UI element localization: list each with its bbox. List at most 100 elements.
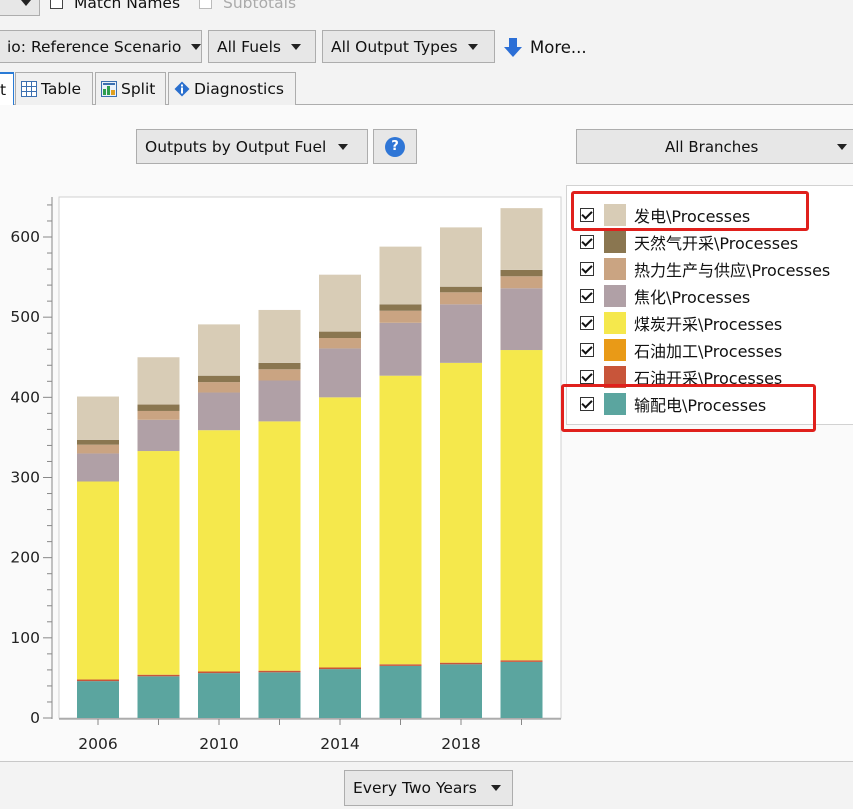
subtotals-label: Subtotals bbox=[223, 0, 297, 12]
match-names-label: Match Names bbox=[74, 0, 181, 12]
period-dropdown[interactable]: Every Two Years bbox=[344, 770, 513, 806]
legend-checkbox[interactable] bbox=[580, 262, 594, 276]
tab-split[interactable]: Split bbox=[95, 72, 166, 105]
bar-segment bbox=[137, 676, 180, 718]
legend-label: 天然气开采\Processes bbox=[634, 234, 799, 253]
bar-segment bbox=[500, 661, 543, 718]
tab-table-label: Table bbox=[41, 80, 82, 98]
highlight-box-输配电 bbox=[561, 384, 816, 432]
bar-segment bbox=[77, 679, 119, 682]
bar-segment bbox=[77, 444, 119, 454]
bar-segment bbox=[137, 404, 180, 411]
chevron-down-icon bbox=[191, 43, 202, 50]
view-dropdown[interactable]: Outputs by Output Fuel bbox=[136, 129, 368, 164]
subtotals-checkbox[interactable] bbox=[199, 0, 212, 9]
fuels-dropdown[interactable]: All Fuels bbox=[208, 30, 316, 63]
bar-segment bbox=[319, 667, 361, 670]
bar-segment bbox=[77, 439, 119, 445]
legend-item[interactable]: 天然气开采\Processes bbox=[580, 229, 798, 255]
chevron-down-icon bbox=[490, 785, 501, 791]
legend-checkbox[interactable] bbox=[580, 316, 594, 330]
legend-swatch bbox=[604, 231, 626, 253]
bar-segment bbox=[500, 660, 543, 662]
legend-item[interactable]: 煤炭开采\Processes bbox=[580, 310, 782, 336]
chevron-down-icon bbox=[21, 0, 31, 6]
bar-segment bbox=[258, 309, 301, 363]
bar-segment bbox=[77, 681, 119, 718]
legend-swatch bbox=[604, 258, 626, 280]
bar-segment bbox=[440, 304, 482, 363]
legend-checkbox[interactable] bbox=[580, 235, 594, 249]
y-tick-label: 100 bbox=[10, 629, 40, 647]
bar-segment bbox=[440, 362, 482, 663]
more-button[interactable]: More... bbox=[502, 34, 587, 60]
bar-segment bbox=[319, 274, 361, 332]
bar-segment bbox=[198, 375, 240, 383]
x-tick-label: 2010 bbox=[199, 735, 238, 753]
tab-table[interactable]: Table bbox=[15, 72, 93, 105]
bar-segment bbox=[77, 396, 119, 440]
bar-segment bbox=[198, 671, 240, 674]
bar-segment bbox=[137, 451, 180, 675]
fuels-label: All Fuels bbox=[217, 37, 281, 56]
legend-checkbox[interactable] bbox=[580, 343, 594, 357]
bar-segment bbox=[440, 662, 482, 665]
legend-checkbox[interactable] bbox=[580, 370, 594, 384]
branches-label: All Branches bbox=[665, 137, 759, 156]
legend-item[interactable]: 焦化\Processes bbox=[580, 283, 750, 309]
chevron-down-icon bbox=[837, 143, 847, 150]
legend-label: 热力生产与供应\Processes bbox=[634, 261, 831, 280]
bottom-divider bbox=[0, 761, 853, 762]
bar-segment bbox=[258, 670, 301, 673]
bar-segment bbox=[440, 286, 482, 293]
bar-segment bbox=[440, 227, 482, 287]
diagnostics-icon bbox=[174, 81, 190, 97]
bar-segment bbox=[319, 397, 361, 668]
tab-chart[interactable]: t bbox=[0, 72, 14, 105]
legend-item[interactable]: 石油加工\Processes bbox=[580, 337, 782, 363]
match-names-checkbox[interactable] bbox=[50, 0, 63, 9]
bar-segment bbox=[500, 276, 543, 289]
chevron-down-icon bbox=[290, 43, 301, 50]
period-label: Every Two Years bbox=[353, 779, 477, 797]
legend-label: 石油加工\Processes bbox=[634, 342, 783, 361]
y-tick-label: 600 bbox=[10, 228, 40, 246]
bar-segment bbox=[258, 421, 301, 671]
bar-segment bbox=[258, 369, 301, 381]
bar-segment bbox=[500, 288, 543, 351]
output-types-dropdown[interactable]: All Output Types bbox=[322, 30, 495, 63]
legend-label: 煤炭开采\Processes bbox=[634, 315, 783, 334]
bar-segment bbox=[137, 674, 180, 677]
legend-item[interactable]: 热力生产与供应\Processes bbox=[580, 256, 830, 282]
help-button[interactable]: ? bbox=[373, 129, 417, 164]
view-label: Outputs by Output Fuel bbox=[145, 137, 327, 156]
bar-segment bbox=[319, 331, 361, 339]
bar-segment bbox=[198, 673, 240, 718]
legend-swatch bbox=[604, 339, 626, 361]
branches-dropdown[interactable]: All Branches bbox=[576, 129, 853, 164]
scenario-dropdown[interactable]: io: Reference Scenario bbox=[0, 30, 202, 63]
unit-dropdown[interactable] bbox=[0, 0, 40, 16]
tab-diagnostics[interactable]: Diagnostics bbox=[168, 72, 296, 105]
output-types-label: All Output Types bbox=[331, 37, 458, 56]
bar-segment bbox=[198, 324, 240, 376]
more-label: More... bbox=[530, 37, 587, 57]
bar-segment bbox=[319, 348, 361, 398]
bar-segment bbox=[258, 362, 301, 370]
y-tick-label: 0 bbox=[30, 709, 40, 727]
x-tick-label: 2014 bbox=[320, 735, 359, 753]
legend-checkbox[interactable] bbox=[580, 289, 594, 303]
plot-area bbox=[58, 196, 562, 719]
legend-swatch bbox=[604, 285, 626, 307]
bar-segment bbox=[198, 382, 240, 393]
bar-segment bbox=[198, 392, 240, 431]
bar-segment bbox=[440, 664, 482, 718]
bar-segment bbox=[77, 481, 119, 680]
bar-segment bbox=[258, 380, 301, 422]
bar-segment bbox=[319, 669, 361, 718]
legend-label: 焦化\Processes bbox=[634, 288, 751, 307]
help-icon: ? bbox=[385, 136, 405, 157]
bar-segment bbox=[137, 419, 180, 452]
highlight-box-发电 bbox=[571, 191, 809, 231]
x-tick-label: 2006 bbox=[78, 735, 117, 753]
